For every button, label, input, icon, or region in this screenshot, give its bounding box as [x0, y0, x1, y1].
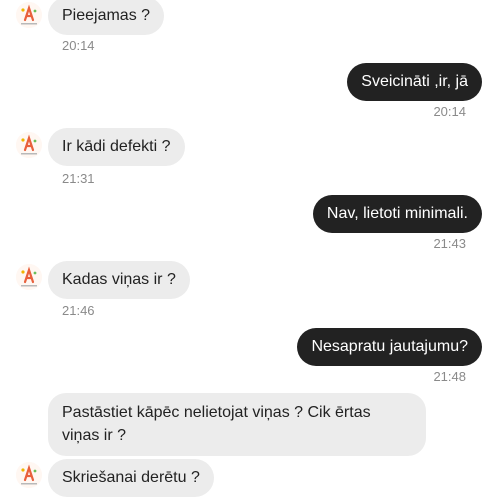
sender-avatar[interactable] [16, 132, 42, 158]
avatar-logo-icon [16, 2, 42, 28]
message-bubble-incoming[interactable]: Skriešanai derētu ? [48, 459, 214, 497]
message-bubble-outgoing[interactable]: Nav, lietoti minimali. [312, 195, 482, 233]
avatar-logo-icon [16, 462, 42, 488]
message-timestamp: 21:43 [433, 236, 466, 251]
avatar-logo-icon [16, 264, 42, 290]
sender-avatar[interactable] [16, 462, 42, 488]
sender-avatar[interactable] [16, 264, 42, 290]
chat-thread: Pieejamas ? 20:14 Sveicināti ,ir, jā 20:… [0, 0, 500, 500]
message-bubble-incoming[interactable]: Pastāstiet kāpēc nelietojat viņas ? Cik … [48, 393, 426, 456]
sender-avatar[interactable] [16, 2, 42, 28]
message-timestamp: 20:14 [62, 38, 95, 53]
message-timestamp: 21:46 [62, 303, 95, 318]
avatar-logo-icon [16, 132, 42, 158]
message-timestamp: 21:31 [62, 171, 95, 186]
message-bubble-incoming[interactable]: Ir kādi defekti ? [48, 128, 185, 166]
message-bubble-outgoing[interactable]: Sveicināti ,ir, jā [347, 63, 482, 101]
message-timestamp: 21:48 [433, 369, 466, 384]
message-bubble-incoming[interactable]: Pieejamas ? [48, 0, 165, 35]
message-bubble-outgoing[interactable]: Nesapratu jautajumu? [297, 328, 482, 366]
message-timestamp: 20:14 [433, 104, 466, 119]
message-bubble-incoming[interactable]: Kadas viņas ir ? [48, 261, 190, 299]
